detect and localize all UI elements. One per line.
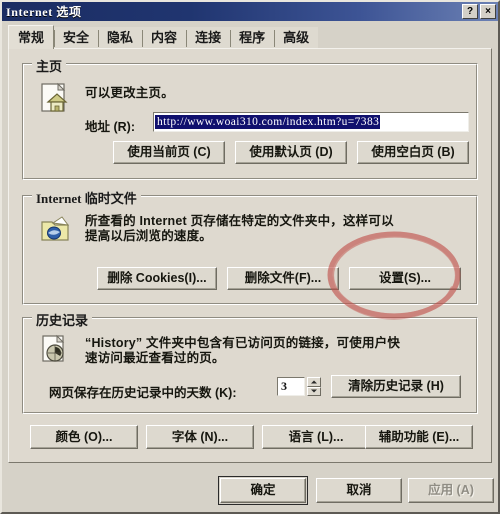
history-days-label: 网页保存在历史记录中的天数 (K): [49, 386, 237, 400]
tab-security[interactable]: 安全 [54, 27, 99, 49]
dialog-button-bar: 确定 取消 应用 (A) [2, 466, 498, 512]
general-tab-panel: 主页 可以更改主页。 地址 (R): http://www.woai310.co… [8, 48, 492, 463]
delete-files-button[interactable]: 删除文件(F)... [227, 267, 339, 290]
history-group: 历史记录 “History” 文件夹中包含有已访问页的链接，可使用户快 速访问最… [22, 310, 478, 414]
delete-cookies-button[interactable]: 删除 Cookies(I)... [97, 267, 217, 290]
tab-general[interactable]: 常规 [8, 25, 55, 49]
tab-connections[interactable]: 连接 [186, 27, 231, 49]
cancel-button[interactable]: 取消 [316, 478, 402, 503]
home-page-description: 可以更改主页。 [85, 86, 174, 100]
tab-advanced[interactable]: 高级 [274, 27, 319, 49]
tab-programs[interactable]: 程序 [230, 27, 275, 49]
settings-button[interactable]: 设置(S)... [349, 267, 461, 290]
temporary-internet-files-group: Internet 临时文件 所查看的 Internet 页存储在特定的文件夹中，… [22, 188, 478, 305]
stepper-down-icon[interactable] [307, 386, 321, 396]
internet-options-dialog: Internet 选项 ? × 常规 安全 隐私 内容 连接 程序 高级 主页 [0, 0, 500, 514]
tab-strip: 常规 安全 隐私 内容 连接 程序 高级 [8, 25, 492, 49]
home-page-icon [39, 82, 73, 114]
apply-button: 应用 (A) [408, 478, 494, 503]
use-blank-page-button[interactable]: 使用空白页 (B) [357, 141, 469, 164]
history-days-value: 3 [281, 379, 287, 393]
home-page-group: 主页 可以更改主页。 地址 (R): http://www.woai310.co… [22, 56, 478, 180]
window-title: Internet 选项 [6, 5, 82, 19]
home-address-input[interactable]: http://www.woai310.com/index.htm?u=7383 [153, 112, 469, 132]
history-description-line2: 速访问最近查看过的页。 [85, 351, 225, 365]
history-days-input[interactable]: 3 [277, 377, 305, 396]
help-button[interactable]: ? [462, 4, 478, 19]
tab-privacy[interactable]: 隐私 [98, 27, 143, 49]
title-bar[interactable]: Internet 选项 ? × [2, 2, 498, 21]
tab-content[interactable]: 内容 [142, 27, 187, 49]
temp-files-description-line2: 提高以后浏览的速度。 [85, 229, 213, 243]
address-label: 地址 (R): [85, 120, 135, 134]
close-icon[interactable]: × [480, 4, 496, 19]
temp-files-folder-icon [39, 214, 73, 246]
temp-files-description-line1: 所查看的 Internet 页存储在特定的文件夹中，这样可以 [85, 214, 394, 228]
fonts-button[interactable]: 字体 (N)... [146, 425, 254, 449]
history-page-icon [39, 334, 73, 366]
stepper-up-icon[interactable] [307, 377, 321, 387]
languages-button[interactable]: 语言 (L)... [262, 425, 370, 449]
accessibility-button[interactable]: 辅助功能 (E)... [365, 425, 473, 449]
ok-button[interactable]: 确定 [218, 476, 308, 505]
history-group-title: 历史记录 [32, 310, 93, 329]
history-description-line1: “History” 文件夹中包含有已访问页的链接，可使用户快 [85, 336, 401, 350]
clear-history-button[interactable]: 清除历史记录 (H) [331, 375, 461, 398]
history-days-stepper[interactable] [307, 377, 321, 396]
home-page-group-title: 主页 [32, 56, 67, 75]
use-current-page-button[interactable]: 使用当前页 (C) [113, 141, 225, 164]
use-default-page-button[interactable]: 使用默认页 (D) [235, 141, 347, 164]
colors-button[interactable]: 颜色 (O)... [30, 425, 138, 449]
temp-files-group-title: Internet 临时文件 [32, 188, 141, 207]
home-address-value: http://www.woai310.com/index.htm?u=7383 [155, 115, 381, 129]
